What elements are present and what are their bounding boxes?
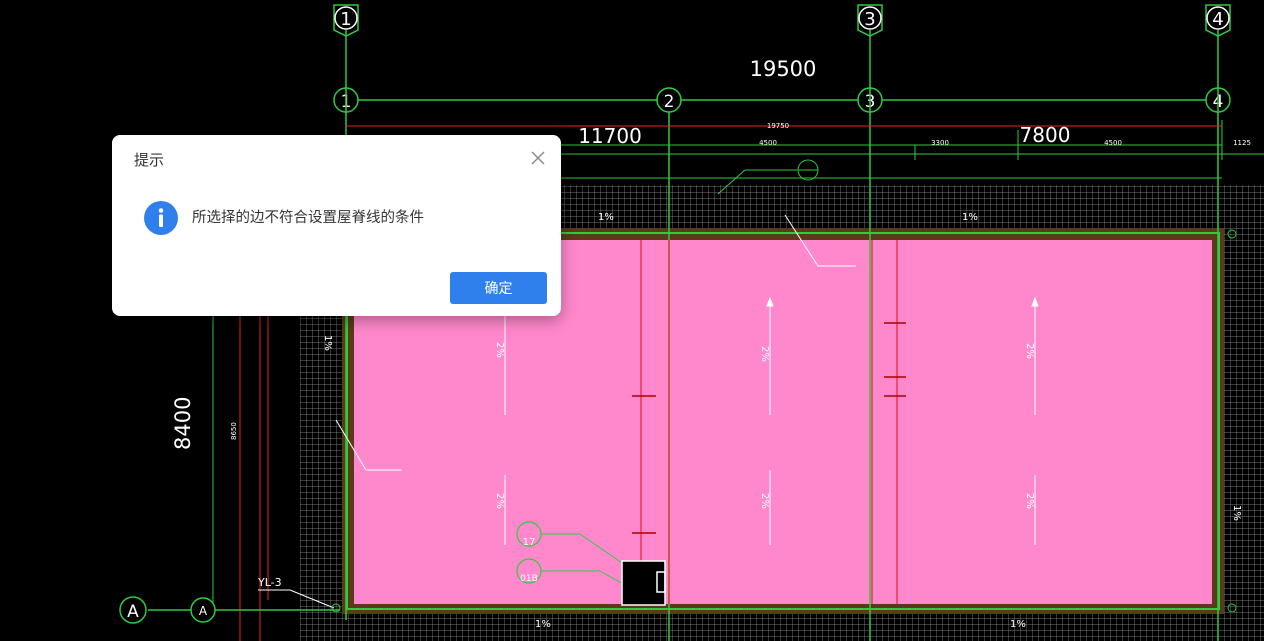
- edge-slope-label: 1%: [598, 212, 614, 223]
- info-icon: [144, 201, 178, 235]
- cad-canvas[interactable]: 1 3 4 19500 1 2 3 4: [0, 0, 1264, 641]
- dim-small-total: 19750: [767, 122, 789, 130]
- slope-label: 2%: [759, 493, 770, 509]
- ok-button[interactable]: 确定: [450, 272, 547, 304]
- dim-height: 8400: [171, 397, 195, 450]
- axis-label: 3: [864, 9, 875, 30]
- slope-label: 2%: [759, 346, 770, 362]
- edge-slope-label: 1%: [535, 619, 551, 630]
- callout-label: 17: [523, 537, 536, 548]
- dim-height-small: 8650: [230, 422, 238, 440]
- axis-label: A: [199, 604, 208, 618]
- dim-span1: 11700: [578, 124, 642, 148]
- slope-label: 2%: [1024, 493, 1035, 509]
- slope-label: 2%: [1024, 343, 1035, 359]
- roof-drain-box: [621, 560, 666, 606]
- dim-total: 19500: [750, 57, 817, 81]
- beam-label: YL-3: [257, 576, 282, 589]
- edge-slope-label: 1%: [1010, 619, 1026, 630]
- edge-slope-label: 1%: [1231, 505, 1242, 521]
- edge-slope-label: 1%: [962, 212, 978, 223]
- close-icon[interactable]: [529, 149, 547, 167]
- axis-label: 4: [1212, 9, 1223, 30]
- dim-small: 1125: [1233, 139, 1251, 147]
- slope-label: 2%: [494, 342, 505, 358]
- dialog-title: 提示: [134, 151, 165, 169]
- slope-label: 2%: [494, 493, 505, 509]
- dim-small: 4500: [759, 139, 777, 147]
- axis-label: 1: [340, 9, 351, 30]
- dialog-message: 所选择的边不符合设置屋脊线的条件: [192, 210, 424, 226]
- axis-label: 2: [664, 92, 675, 112]
- dim-span2: 7800: [1020, 123, 1071, 147]
- alert-dialog: 提示 所选择的边不符合设置屋脊线的条件 确定: [112, 135, 561, 316]
- callout-label: 01B: [520, 574, 538, 584]
- edge-slope-label: 1%: [322, 335, 333, 351]
- dim-small: 3300: [931, 139, 949, 147]
- axis-bubble-mid-2: 2: [656, 87, 682, 113]
- dim-small: 4500: [1104, 139, 1122, 147]
- axis-label: A: [127, 602, 139, 622]
- drawing-viewport[interactable]: 1 3 4 19500 1 2 3 4: [0, 0, 1264, 641]
